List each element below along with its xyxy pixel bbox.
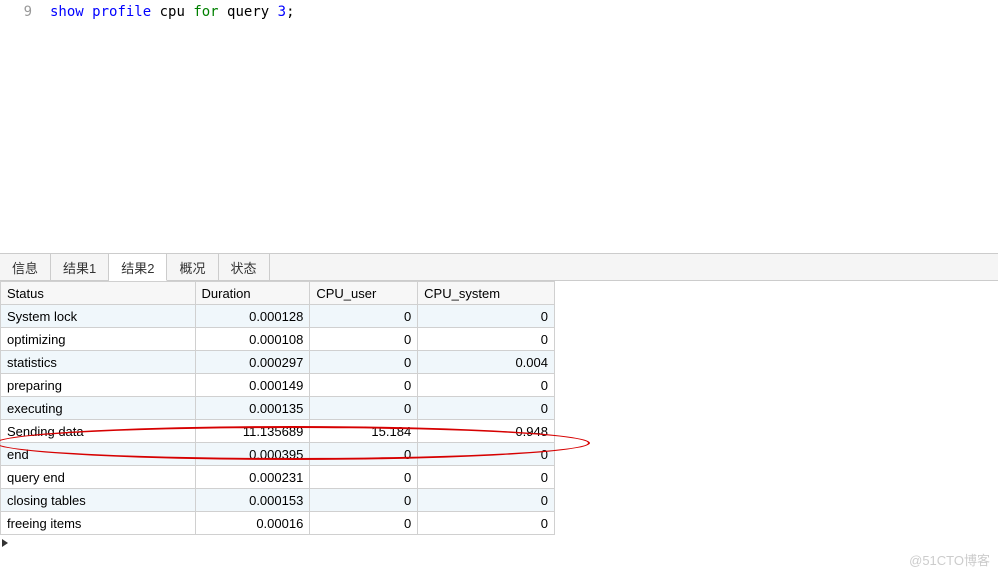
- code-token: profile: [92, 4, 151, 20]
- cell-cpu-user: 0: [310, 397, 418, 420]
- cell-cpu-user: 0: [310, 512, 418, 535]
- table-row[interactable]: closing tables0.00015300: [1, 489, 555, 512]
- code-token: for: [193, 4, 218, 20]
- cell-cpu-system: 0: [418, 443, 555, 466]
- cell-cpu-system: 0: [418, 328, 555, 351]
- cell-cpu-user: 15.184: [310, 420, 418, 443]
- cell-cpu-system: 0: [418, 305, 555, 328]
- tab-1[interactable]: 结果1: [51, 254, 109, 280]
- cell-cpu-system: 0: [418, 489, 555, 512]
- cell-status: query end: [1, 466, 196, 489]
- cell-cpu-user: 0: [310, 328, 418, 351]
- cell-duration: 0.00016: [195, 512, 310, 535]
- table-row[interactable]: optimizing0.00010800: [1, 328, 555, 351]
- tab-0[interactable]: 信息: [0, 254, 51, 280]
- code-line: 9 show profile cpu for query 3;: [8, 4, 990, 20]
- cell-status: optimizing: [1, 328, 196, 351]
- cell-cpu-system: 0: [418, 466, 555, 489]
- cell-cpu-user: 0: [310, 466, 418, 489]
- cell-duration: 0.000149: [195, 374, 310, 397]
- table-row[interactable]: Sending data11.13568915.1840.948: [1, 420, 555, 443]
- column-header[interactable]: Status: [1, 282, 196, 305]
- code-token: ;: [286, 4, 294, 20]
- cell-status: System lock: [1, 305, 196, 328]
- cell-cpu-system: 0.948: [418, 420, 555, 443]
- cell-status: statistics: [1, 351, 196, 374]
- table-header-row: StatusDurationCPU_userCPU_system: [1, 282, 555, 305]
- cell-status: freeing items: [1, 512, 196, 535]
- cell-duration: 0.000395: [195, 443, 310, 466]
- cell-cpu-system: 0.004: [418, 351, 555, 374]
- cell-cpu-system: 0: [418, 397, 555, 420]
- result-table: StatusDurationCPU_userCPU_system System …: [0, 281, 555, 535]
- watermark: @51CTO博客: [909, 550, 990, 569]
- cell-duration: 0.000153: [195, 489, 310, 512]
- table-row[interactable]: preparing0.00014900: [1, 374, 555, 397]
- code-token: [84, 4, 92, 20]
- cell-status: closing tables: [1, 489, 196, 512]
- table-row[interactable]: end0.00039500: [1, 443, 555, 466]
- column-header[interactable]: CPU_user: [310, 282, 418, 305]
- table-row[interactable]: System lock0.00012800: [1, 305, 555, 328]
- cell-duration: 0.000297: [195, 351, 310, 374]
- code-tokens: show profile cpu for query 3;: [50, 4, 295, 20]
- code-token: 3: [278, 4, 286, 20]
- cell-cpu-user: 0: [310, 305, 418, 328]
- result-tabs: 信息结果1结果2概况状态: [0, 254, 998, 281]
- cell-status: preparing: [1, 374, 196, 397]
- line-number: 9: [8, 4, 32, 20]
- table-row[interactable]: freeing items0.0001600: [1, 512, 555, 535]
- cell-duration: 11.135689: [195, 420, 310, 443]
- table-row[interactable]: statistics0.00029700.004: [1, 351, 555, 374]
- cell-cpu-system: 0: [418, 374, 555, 397]
- table-row[interactable]: query end0.00023100: [1, 466, 555, 489]
- current-row-marker-icon: [2, 539, 8, 547]
- cell-cpu-user: 0: [310, 443, 418, 466]
- cell-duration: 0.000135: [195, 397, 310, 420]
- tab-2[interactable]: 结果2: [109, 254, 167, 281]
- cell-cpu-system: 0: [418, 512, 555, 535]
- column-header[interactable]: Duration: [195, 282, 310, 305]
- result-table-wrap: StatusDurationCPU_userCPU_system System …: [0, 281, 998, 535]
- cell-status: Sending data: [1, 420, 196, 443]
- table-body: System lock0.00012800optimizing0.0001080…: [1, 305, 555, 535]
- cell-status: executing: [1, 397, 196, 420]
- cell-cpu-user: 0: [310, 374, 418, 397]
- sql-editor[interactable]: 9 show profile cpu for query 3;: [0, 0, 998, 254]
- tab-4[interactable]: 状态: [219, 254, 270, 280]
- cell-duration: 0.000231: [195, 466, 310, 489]
- cell-duration: 0.000108: [195, 328, 310, 351]
- code-token: show: [50, 4, 84, 20]
- code-token: cpu: [151, 4, 193, 20]
- cell-duration: 0.000128: [195, 305, 310, 328]
- cell-status: end: [1, 443, 196, 466]
- column-header[interactable]: CPU_system: [418, 282, 555, 305]
- cell-cpu-user: 0: [310, 351, 418, 374]
- code-token: query: [219, 4, 278, 20]
- table-row[interactable]: executing0.00013500: [1, 397, 555, 420]
- cell-cpu-user: 0: [310, 489, 418, 512]
- tab-3[interactable]: 概况: [167, 254, 218, 280]
